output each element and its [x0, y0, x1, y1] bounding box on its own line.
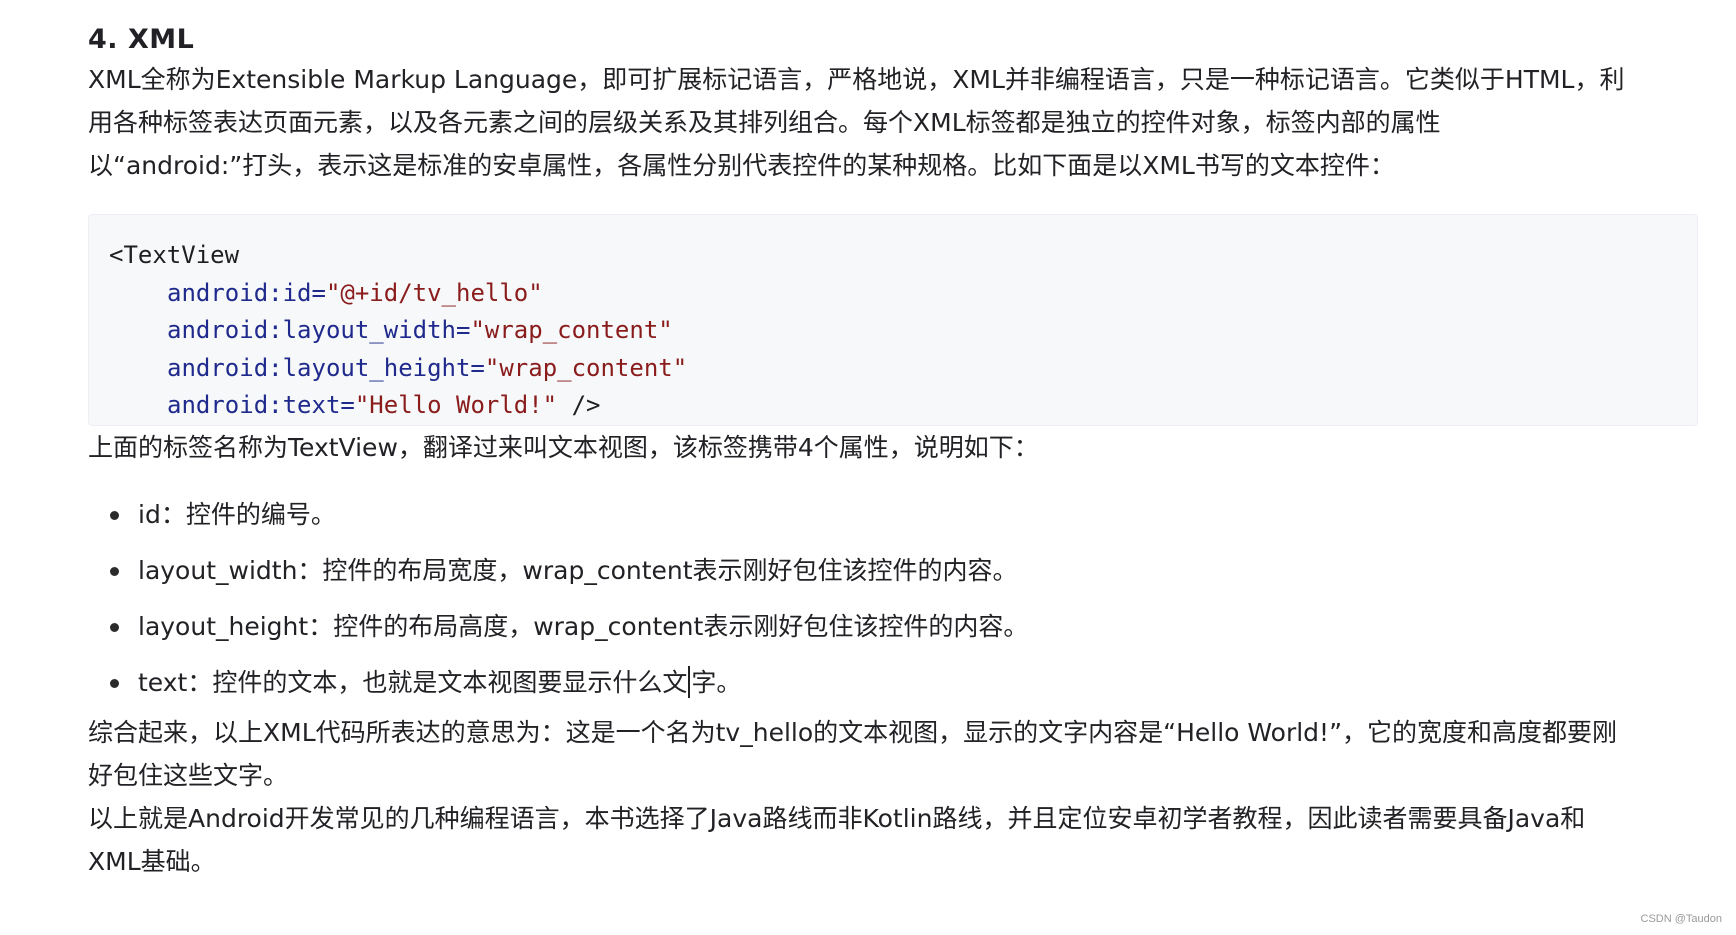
- bullet-icon: [110, 567, 119, 576]
- list-item: layout_height：控件的布局高度，wrap_content表示刚好包住…: [88, 599, 1700, 655]
- code-value: "@+id/tv_hello": [325, 278, 543, 307]
- attribute-list: id：控件的编号。 layout_width：控件的布局宽度，wrap_cont…: [88, 487, 1700, 711]
- after-code-paragraph: 上面的标签名称为TextView，翻译过来叫文本视图，该标签携带4个属性，说明如…: [88, 433, 1039, 462]
- code-block[interactable]: <TextView android:id="@+id/tv_hello" and…: [88, 214, 1698, 426]
- code-line-layout-width: android:layout_width="wrap_content": [109, 312, 1697, 350]
- intro-line: XML全称为Extensible Markup Language，即可扩展标记语…: [88, 65, 1625, 94]
- final-line: XML基础。: [88, 847, 216, 876]
- code-line-id: android:id="@+id/tv_hello": [109, 275, 1697, 313]
- summary-paragraph: 综合起来，以上XML代码所表达的意思为：这是一个名为tv_hello的文本视图，…: [88, 711, 1700, 797]
- section-heading: 4. XML: [88, 24, 195, 55]
- list-item-text: text：控件的文本，也就是文本视图要显示什么文: [138, 668, 688, 697]
- code-attr: android:layout_height=: [167, 353, 485, 382]
- bullet-icon: [110, 511, 119, 520]
- code-line-open-tag: <TextView: [109, 237, 1697, 275]
- summary-line: 好包住这些文字。: [88, 761, 289, 790]
- bullet-icon: [110, 623, 119, 632]
- intro-paragraph: XML全称为Extensible Markup Language，即可扩展标记语…: [88, 58, 1700, 187]
- code-attr: android:layout_width=: [167, 316, 471, 344]
- intro-line: 用各种标签表达页面元素，以及各元素之间的层级关系及其排列组合。每个XML标签都是…: [88, 108, 1441, 137]
- summary-line: 综合起来，以上XML代码所表达的意思为：这是一个名为tv_hello的文本视图，…: [88, 718, 1618, 747]
- list-item-text: id：控件的编号。: [138, 500, 336, 529]
- watermark: CSDN @Taudon: [1640, 913, 1722, 925]
- list-item-text: layout_height：控件的布局高度，wrap_content表示刚好包住…: [138, 612, 1029, 641]
- code-value: "wrap_content": [470, 316, 673, 344]
- article-content: 4. XML XML全称为Extensible Markup Language，…: [88, 0, 1700, 883]
- intro-line: 以“android:”打头，表示这是标准的安卓属性，各属性分别代表控件的某种规格…: [88, 151, 1395, 180]
- list-item: text：控件的文本，也就是文本视图要显示什么文 字。: [88, 655, 1700, 711]
- code-line-layout-height: android:layout_height="wrap_content": [109, 350, 1697, 388]
- bullet-icon: [110, 679, 119, 688]
- code-attr: android:text=: [167, 391, 355, 419]
- list-item: layout_width：控件的布局宽度，wrap_content表示刚好包住该…: [88, 543, 1700, 599]
- code-close-tag: />: [557, 391, 601, 419]
- list-item: id：控件的编号。: [88, 487, 1700, 543]
- code-value: "wrap_content": [484, 353, 688, 382]
- code-tag-name: <TextView: [109, 241, 240, 269]
- code-value: "Hello World!": [354, 391, 558, 419]
- final-paragraph: 以上就是Android开发常见的几种编程语言，本书选择了Java路线而非Kotl…: [88, 797, 1700, 883]
- code-line-text: android:text="Hello World!" />: [109, 387, 1697, 425]
- list-item-text: layout_width：控件的布局宽度，wrap_content表示刚好包住该…: [138, 556, 1018, 585]
- code-attr: android:id=: [167, 278, 326, 307]
- list-item-text-tail: 字。: [691, 668, 742, 697]
- final-line: 以上就是Android开发常见的几种编程语言，本书选择了Java路线而非Kotl…: [88, 804, 1586, 833]
